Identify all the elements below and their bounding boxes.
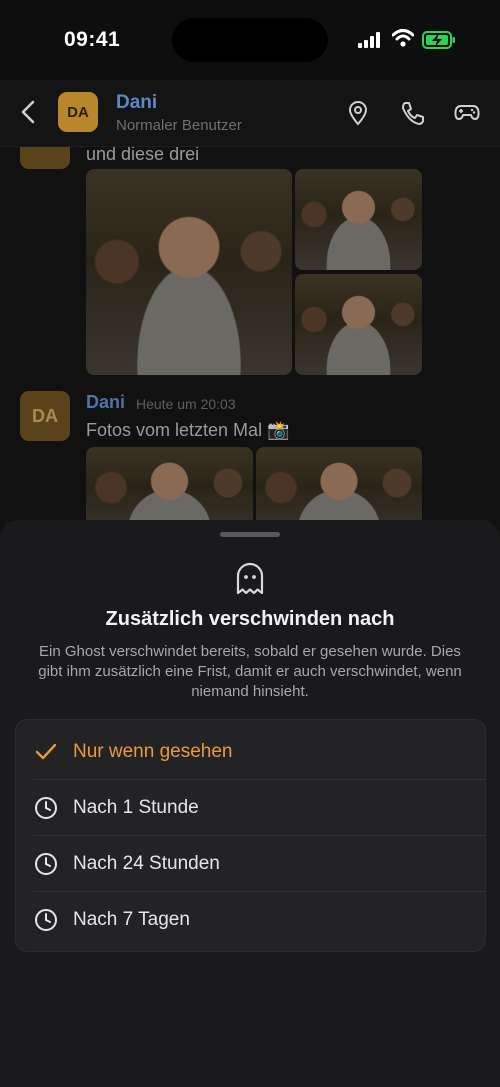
chat-photo[interactable] [295,169,422,270]
option-label: Nur wenn gesehen [73,741,233,762]
sheet-title: Zusätzlich verschwinden nach [105,608,395,630]
option-7-days[interactable]: Nach 7 Tagen [16,892,485,948]
disappear-options-sheet: Zusätzlich verschwinden nach Ein Ghost v… [0,520,500,1087]
option-label: Nach 24 Stunden [73,853,220,874]
chat-header: DA Dani Normaler Benutzer [0,80,500,147]
checkmark-icon [35,743,57,760]
option-1-hour[interactable]: Nach 1 Stunde [16,780,485,836]
battery-charging-icon [422,31,455,49]
message-time: Heute um 20:03 [136,396,236,412]
gamepad-icon[interactable] [454,100,480,124]
chevron-left-icon[interactable] [18,98,38,126]
sheet-description: Ein Ghost verschwindet bereits, sobald e… [38,643,462,700]
ghost-icon [236,562,264,595]
contact-subtitle: Normaler Benutzer [116,117,242,134]
option-only-when-seen[interactable]: Nur wenn gesehen [16,724,485,780]
duration-options-list: Nur wenn gesehen Nach 1 Stunde Nach 24 S… [15,719,486,952]
avatar[interactable]: DA [58,92,98,132]
message-avatar[interactable] [20,147,70,169]
wifi-icon [392,29,414,47]
clock-icon [35,797,57,819]
option-label: Nach 1 Stunde [73,797,199,818]
message-sender[interactable]: Dani [86,392,125,413]
option-24-hours[interactable]: Nach 24 Stunden [16,836,485,892]
status-bar: 09:41 [0,0,500,80]
message-text: Fotos vom letzten Mal 📸 [86,420,290,440]
clock-icon [35,853,57,875]
dynamic-island [172,18,328,62]
message-text: und diese drei [86,147,200,164]
status-time: 09:41 [64,28,121,51]
sheet-drag-handle[interactable] [220,532,280,537]
option-label: Nach 7 Tagen [73,909,190,930]
clock-icon [35,909,57,931]
chat-photo[interactable] [86,169,292,375]
message-avatar[interactable]: DA [20,391,70,441]
location-pin-icon[interactable] [346,100,370,126]
cellular-signal-icon [358,32,380,48]
phone-icon[interactable] [400,100,426,126]
contact-name[interactable]: Dani [116,92,157,114]
chat-photo[interactable] [295,274,422,375]
